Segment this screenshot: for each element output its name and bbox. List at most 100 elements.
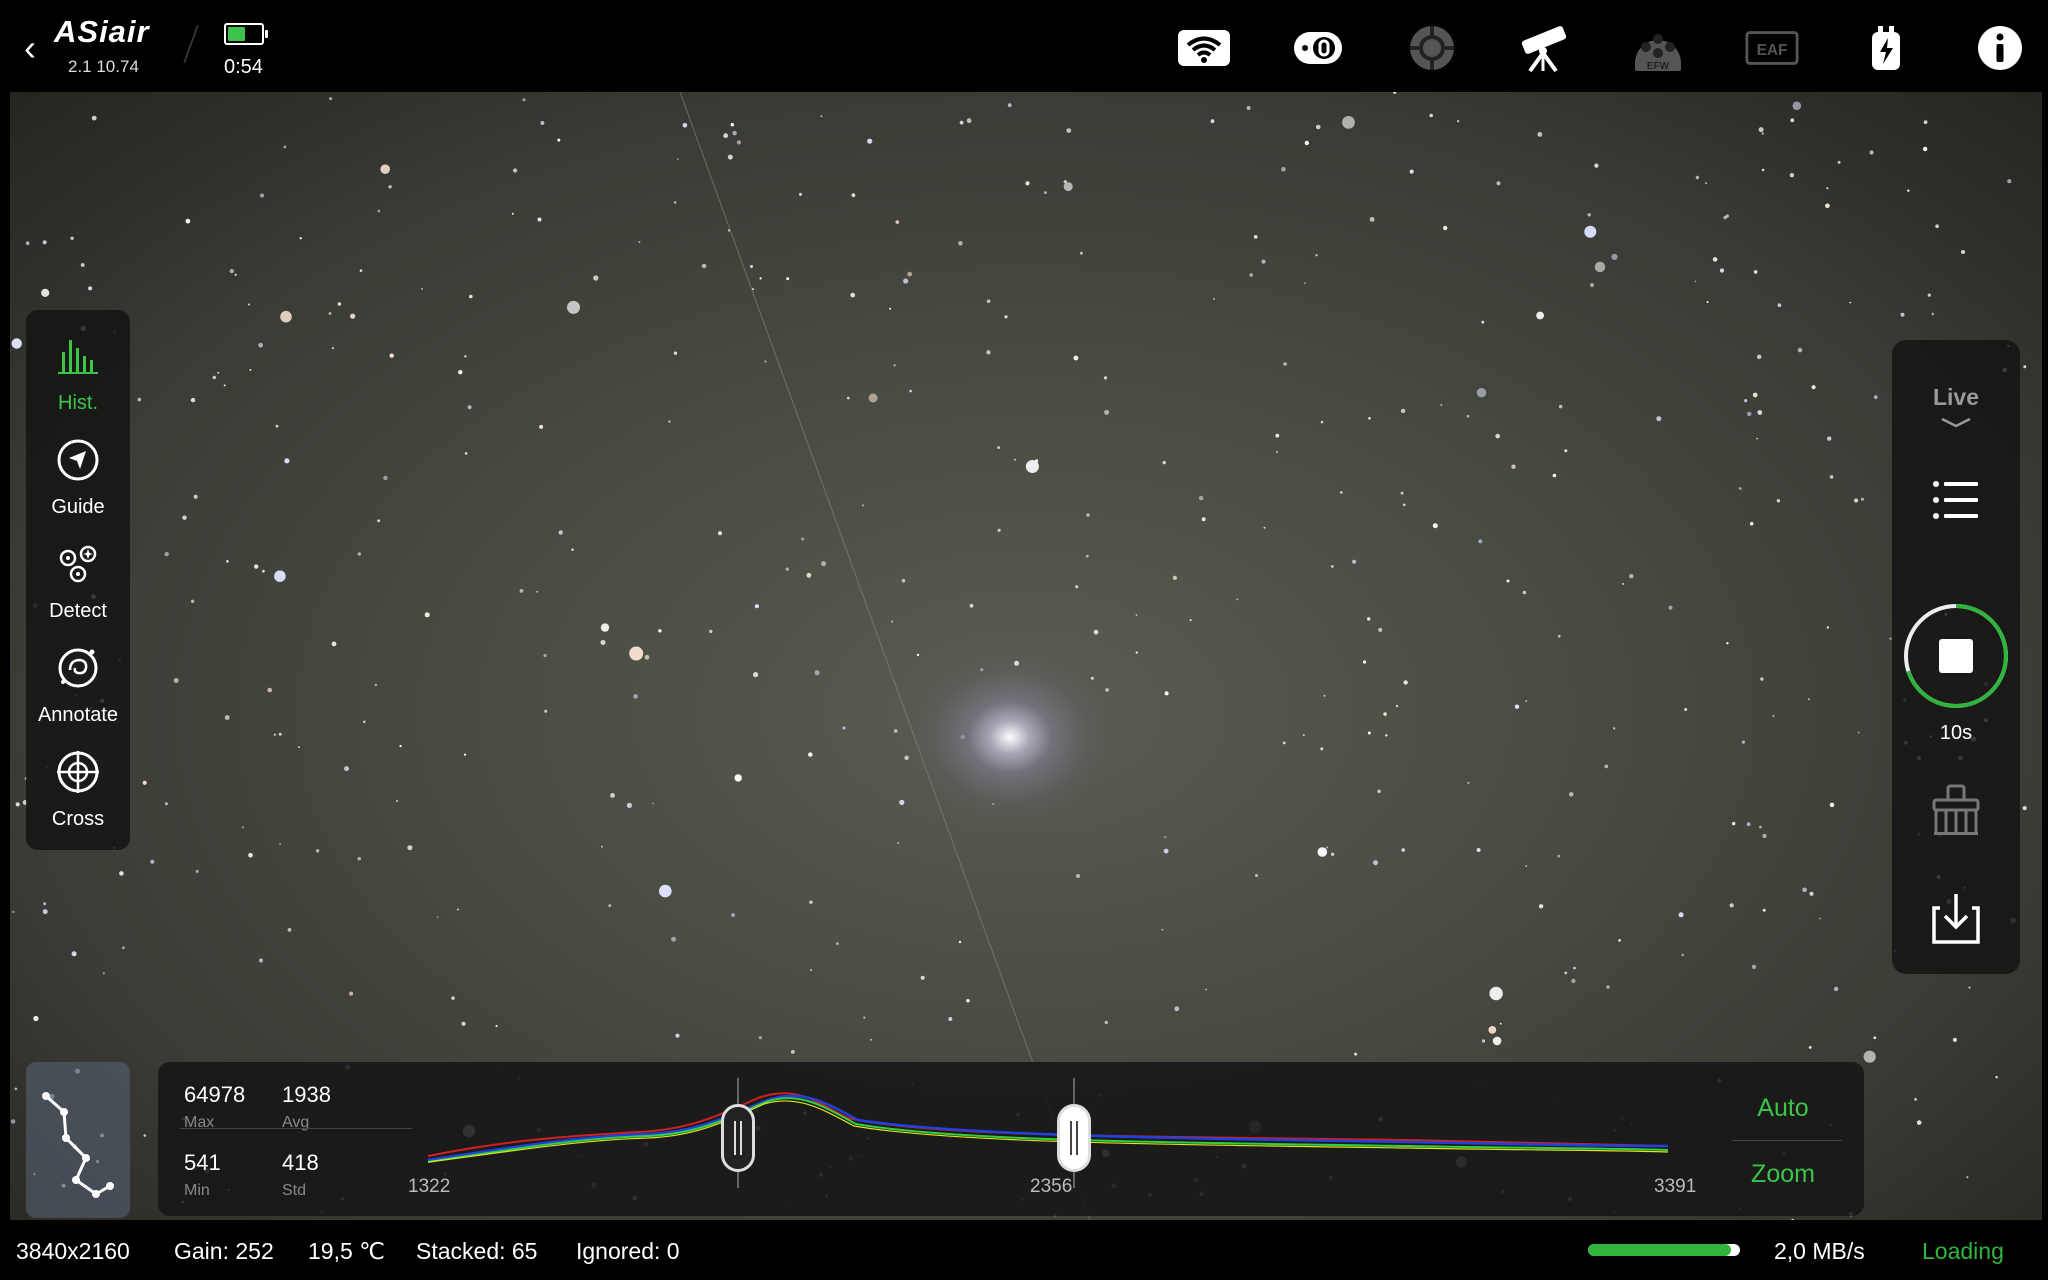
tool-annotate[interactable]: Annotate (26, 638, 130, 742)
star (1025, 181, 1030, 186)
star (867, 138, 873, 144)
save-download-icon[interactable] (1926, 888, 1986, 948)
star (1747, 411, 1752, 417)
hist-max-label: Max (184, 1114, 215, 1131)
status-gain: Gain: 252 (174, 1238, 274, 1264)
tool-cross[interactable]: Cross (26, 742, 130, 846)
wifi-icon[interactable] (1176, 20, 1232, 76)
star (638, 241, 641, 244)
star (1927, 293, 1931, 297)
star (1668, 605, 1673, 610)
back-icon[interactable]: ‹ (24, 30, 46, 66)
star (851, 193, 856, 198)
auto-stretch-button[interactable]: Auto (1728, 1094, 1838, 1123)
star (810, 968, 813, 972)
black-point-handle[interactable] (721, 1104, 755, 1172)
star (217, 371, 220, 374)
star (907, 271, 913, 277)
camera-icon[interactable] (1290, 20, 1346, 76)
star (1750, 522, 1754, 526)
star (986, 350, 991, 355)
star (1759, 825, 1762, 829)
star (1826, 626, 1830, 629)
tool-guide[interactable]: Guide (26, 430, 130, 534)
star (1752, 392, 1758, 398)
battery-icon (224, 23, 268, 45)
power-icon[interactable] (1858, 20, 1914, 76)
star (357, 856, 362, 861)
top-divider (183, 24, 199, 64)
star (593, 275, 599, 281)
zoom-button[interactable]: Zoom (1728, 1160, 1838, 1189)
star (1063, 182, 1073, 192)
mode-selector[interactable]: Live (1892, 384, 2020, 411)
star (1695, 175, 1700, 180)
star (1496, 181, 1501, 186)
star (557, 138, 561, 142)
star (1320, 747, 1324, 751)
star (350, 313, 356, 319)
clean-brush-icon[interactable] (1926, 780, 1986, 840)
star (1385, 734, 1388, 737)
guide-scope-icon[interactable] (1404, 20, 1460, 76)
star (421, 288, 423, 290)
star (1261, 259, 1266, 264)
star (1476, 388, 1487, 398)
star (1923, 146, 1928, 152)
star (1738, 487, 1742, 490)
star (1400, 408, 1406, 414)
star (1564, 971, 1568, 975)
star (150, 859, 155, 864)
star (329, 97, 333, 101)
star (753, 672, 759, 678)
star (1573, 966, 1576, 970)
star (1443, 225, 1448, 231)
tool-detect[interactable]: Detect (26, 534, 130, 638)
star (1488, 1026, 1497, 1034)
list-icon[interactable] (1926, 470, 1986, 530)
star (1304, 282, 1306, 285)
star (1726, 642, 1729, 645)
star (1741, 740, 1745, 744)
star (1863, 1050, 1876, 1063)
eaf-icon[interactable]: EAF (1744, 20, 1800, 76)
star (1811, 385, 1816, 390)
star (1827, 436, 1832, 441)
star (659, 884, 672, 898)
star (242, 826, 244, 829)
star (1395, 704, 1399, 708)
star (1478, 539, 1483, 544)
star (1935, 224, 1939, 228)
star (1076, 874, 1080, 878)
info-icon[interactable] (1972, 20, 2028, 76)
star (226, 560, 229, 563)
star (1571, 978, 1576, 984)
star (1525, 865, 1527, 867)
star (1807, 698, 1810, 701)
star (671, 936, 677, 942)
hist-std-value: 418 (282, 1150, 319, 1175)
star (1914, 1098, 1917, 1101)
star (1558, 404, 1563, 409)
telescope-icon[interactable] (1516, 20, 1572, 76)
chevron-down-icon[interactable] (1940, 416, 1972, 428)
tool-label: Cross (51, 808, 105, 830)
star (1537, 132, 1543, 137)
star (1456, 120, 1460, 123)
stop-button[interactable] (1902, 602, 2010, 710)
star (344, 766, 349, 772)
star (806, 572, 812, 578)
efw-icon[interactable]: EFW (1630, 20, 1686, 76)
star (1164, 836, 1167, 838)
star (1522, 590, 1527, 595)
star (1900, 312, 1905, 317)
hist-std-label: Std (282, 1182, 307, 1199)
star (958, 940, 962, 944)
star (863, 1016, 866, 1019)
tool-histogram[interactable]: Hist. (26, 326, 130, 430)
star (357, 552, 361, 556)
live-image-view[interactable] (10, 92, 2042, 1220)
sky-map-thumbnail[interactable] (26, 1062, 130, 1218)
star (1931, 312, 1935, 316)
white-point-handle[interactable] (1057, 1104, 1091, 1172)
